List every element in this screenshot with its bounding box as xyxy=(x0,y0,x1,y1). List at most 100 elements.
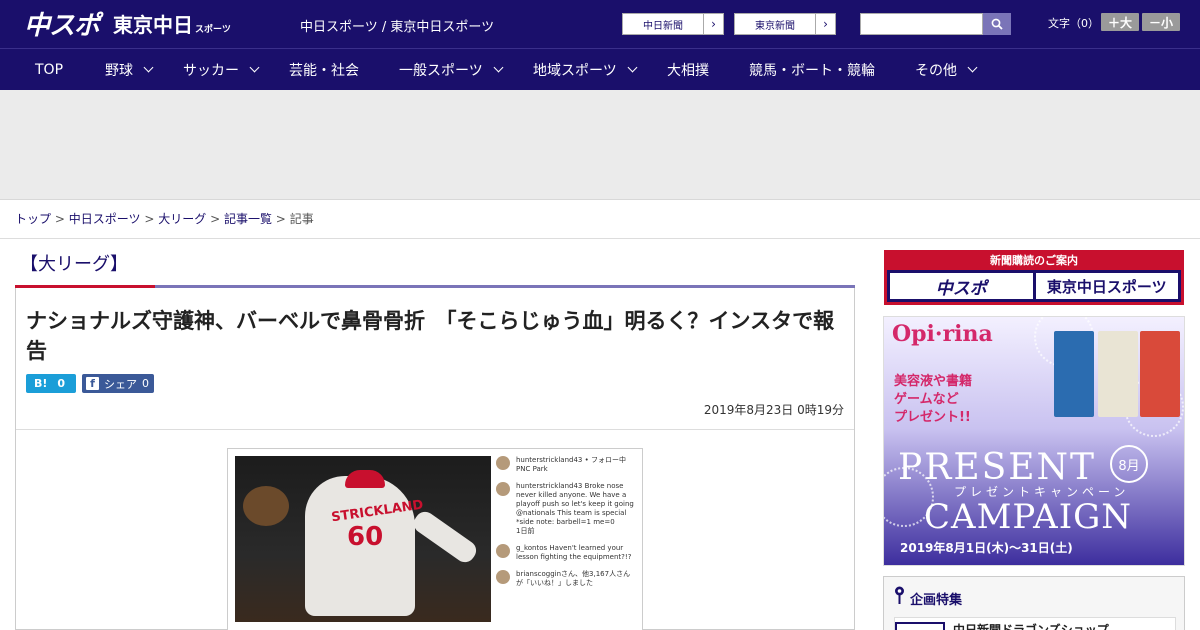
breadcrumb-separator: > xyxy=(144,212,155,226)
insta-row: brianscogginさん、他3,167人さんが「いいね！」しました xyxy=(496,570,636,588)
ad-brand: Opi·rina xyxy=(892,321,993,347)
avatar xyxy=(496,570,510,584)
avatar xyxy=(496,544,510,558)
jersey-number: 60 xyxy=(347,522,384,552)
nav-item-label: 芸能・社会 xyxy=(289,62,359,79)
facebook-share-button[interactable]: f シェア 0 xyxy=(82,374,154,393)
promo-tile-tokyo[interactable]: 東京中日スポーツ xyxy=(1035,273,1178,299)
chevron-down-icon xyxy=(143,62,154,73)
insta-user: hunterstrickland43 xyxy=(516,456,583,464)
breadcrumb-chunichi-sports[interactable]: 中日スポーツ xyxy=(69,212,141,226)
feature-item-label: 中日新聞ドラゴンズショップ xyxy=(953,623,1109,630)
nav-item-soccer[interactable]: サッカー xyxy=(183,49,260,90)
chunichi-shimbun-button[interactable]: 中日新聞 › xyxy=(622,13,724,35)
category-title: 【大リーグ】 xyxy=(20,254,128,275)
nav-item-entertainment[interactable]: 芸能・社会 xyxy=(289,49,359,90)
hatena-bookmark-button[interactable]: B! 0 xyxy=(26,374,76,393)
divider xyxy=(0,238,1200,239)
ad-month-badge: 8月 xyxy=(1110,445,1148,483)
chevron-down-icon xyxy=(967,62,978,73)
divider xyxy=(16,429,854,430)
feature-section: 企画特集 中日新聞ドラゴンズショップ xyxy=(883,576,1185,630)
main-nav: TOP 野球 サッカー 芸能・社会 一般スポーツ 地域スポーツ 大相撲 競馬・ボ… xyxy=(0,48,1200,90)
site-logo[interactable]: 中スポ 東京中日 スポーツ xyxy=(24,8,231,41)
font-smaller-button[interactable]: －小 xyxy=(1142,13,1180,31)
font-size-label: 文字（0） xyxy=(1048,17,1099,30)
book-image xyxy=(1054,331,1094,417)
promo-tiles: 中スポ 東京中日スポーツ xyxy=(887,270,1181,302)
breadcrumb-separator: > xyxy=(54,212,65,226)
ad-lines: 美容液や書籍 ゲームなど プレゼント!! xyxy=(894,374,973,425)
logo-tokyo: 東京中日 xyxy=(113,12,194,37)
present-campaign-ad[interactable]: Opi·rina 美容液や書籍 ゲームなど プレゼント!! PRESENT 8月… xyxy=(883,316,1185,566)
nav-item-racing[interactable]: 競馬・ボート・競輪 xyxy=(749,49,875,90)
insta-text: • フォロー中 xyxy=(584,456,626,464)
nav-item-baseball[interactable]: 野球 xyxy=(105,49,154,90)
feature-item[interactable]: 中日新聞ドラゴンズショップ xyxy=(894,617,1176,630)
tokyo-shimbun-label: 東京新聞 xyxy=(755,20,795,32)
nav-item-regional-sports[interactable]: 地域スポーツ xyxy=(533,49,638,90)
article-photo[interactable]: STRICKLAND 60 hunterstrickland43 • フォロー中… xyxy=(227,448,643,630)
pitcher-photo: STRICKLAND 60 xyxy=(235,456,491,622)
insta-sub: PNC Park xyxy=(516,465,548,473)
search-icon xyxy=(991,18,1003,30)
ad-dates: 2019年8月1日(木)〜31日(土) xyxy=(900,541,1073,555)
article-card: ナショナルズ守護神、バーベルで鼻骨骨折 「そこらじゅう血」明るく？インスタで報告… xyxy=(15,288,855,630)
nav-item-label: サッカー xyxy=(183,62,239,79)
nav-item-general-sports[interactable]: 一般スポーツ xyxy=(399,49,504,90)
nav-item-label: 大相撲 xyxy=(667,62,709,79)
breadcrumb-top[interactable]: トップ xyxy=(15,212,51,226)
promo-tile-chuspo[interactable]: 中スポ xyxy=(890,273,1033,299)
insta-row: g_kontos Haven't learned your lesson fig… xyxy=(496,544,636,562)
nav-item-label: その他 xyxy=(915,62,957,79)
nav-item-sumo[interactable]: 大相撲 xyxy=(667,49,709,90)
avatar xyxy=(496,456,510,470)
nav-item-label: 一般スポーツ xyxy=(399,62,483,79)
cap-shape xyxy=(345,470,385,488)
breadcrumb-separator: > xyxy=(210,212,221,226)
facebook-icon: f xyxy=(86,377,99,390)
facebook-share-count: 0 xyxy=(142,377,149,390)
insta-row: hunterstrickland43 • フォロー中 PNC Park xyxy=(496,456,636,474)
chevron-right-icon: › xyxy=(815,14,835,34)
nav-item-other[interactable]: その他 xyxy=(915,49,978,90)
insta-user: g_kontos xyxy=(516,544,548,552)
feature-title: 企画特集 xyxy=(910,593,963,608)
chevron-down-icon xyxy=(627,62,638,73)
nav-item-label: 地域スポーツ xyxy=(533,62,617,79)
tokyo-shimbun-button[interactable]: 東京新聞 › xyxy=(734,13,836,35)
article-headline: ナショナルズ守護神、バーベルで鼻骨骨折 「そこらじゅう血」明るく？インスタで報告 xyxy=(26,309,835,363)
chevron-down-icon xyxy=(249,62,260,73)
feature-thumb xyxy=(895,622,945,630)
chunichi-shimbun-label: 中日新聞 xyxy=(643,20,683,32)
breadcrumb-mlb[interactable]: 大リーグ xyxy=(158,212,206,226)
pin-icon xyxy=(895,586,904,604)
avatar xyxy=(496,482,510,496)
search-button[interactable] xyxy=(983,13,1011,35)
hatena-icon: B! xyxy=(34,377,48,390)
nav-item-label: TOP xyxy=(35,61,64,78)
sites-link[interactable]: 中日スポーツ / 東京中日スポーツ xyxy=(300,16,494,35)
facebook-share-label: シェア xyxy=(104,377,137,391)
insta-sub: 1日前 xyxy=(516,527,535,535)
font-larger-button[interactable]: ＋大 xyxy=(1101,13,1139,31)
insta-row: hunterstrickland43 Broke nose never kill… xyxy=(496,482,636,536)
search-input[interactable] xyxy=(860,13,983,35)
subscription-promo[interactable]: 新聞購読のご案内 中スポ 東京中日スポーツ xyxy=(884,250,1184,305)
breadcrumb-article-list[interactable]: 記事一覧 xyxy=(224,212,272,226)
publish-date: 2019年8月23日 0時19分 xyxy=(703,403,844,417)
nav-item-label: 野球 xyxy=(105,62,133,79)
game-image xyxy=(1140,331,1180,417)
nav-item-top[interactable]: TOP xyxy=(35,49,63,90)
top-ad-banner xyxy=(0,90,1200,200)
nav-item-label: 競馬・ボート・競輪 xyxy=(749,62,875,79)
glove-shape xyxy=(243,486,289,526)
arm-shape xyxy=(410,507,480,567)
logo-chuspo: 中スポ xyxy=(24,10,100,41)
ad-present-text: PRESENT xyxy=(898,447,1097,488)
hatena-count: 0 xyxy=(57,377,66,390)
ad-campaign-text: CAMPAIGN xyxy=(924,497,1133,537)
breadcrumb: トップ > 中日スポーツ > 大リーグ > 記事一覧 > 記事 xyxy=(15,210,314,227)
instagram-post: hunterstrickland43 • フォロー中 PNC Park hunt… xyxy=(496,456,636,630)
insta-text: brianscogginさん、他3,167人さんが「いいね！」しました xyxy=(516,570,631,587)
